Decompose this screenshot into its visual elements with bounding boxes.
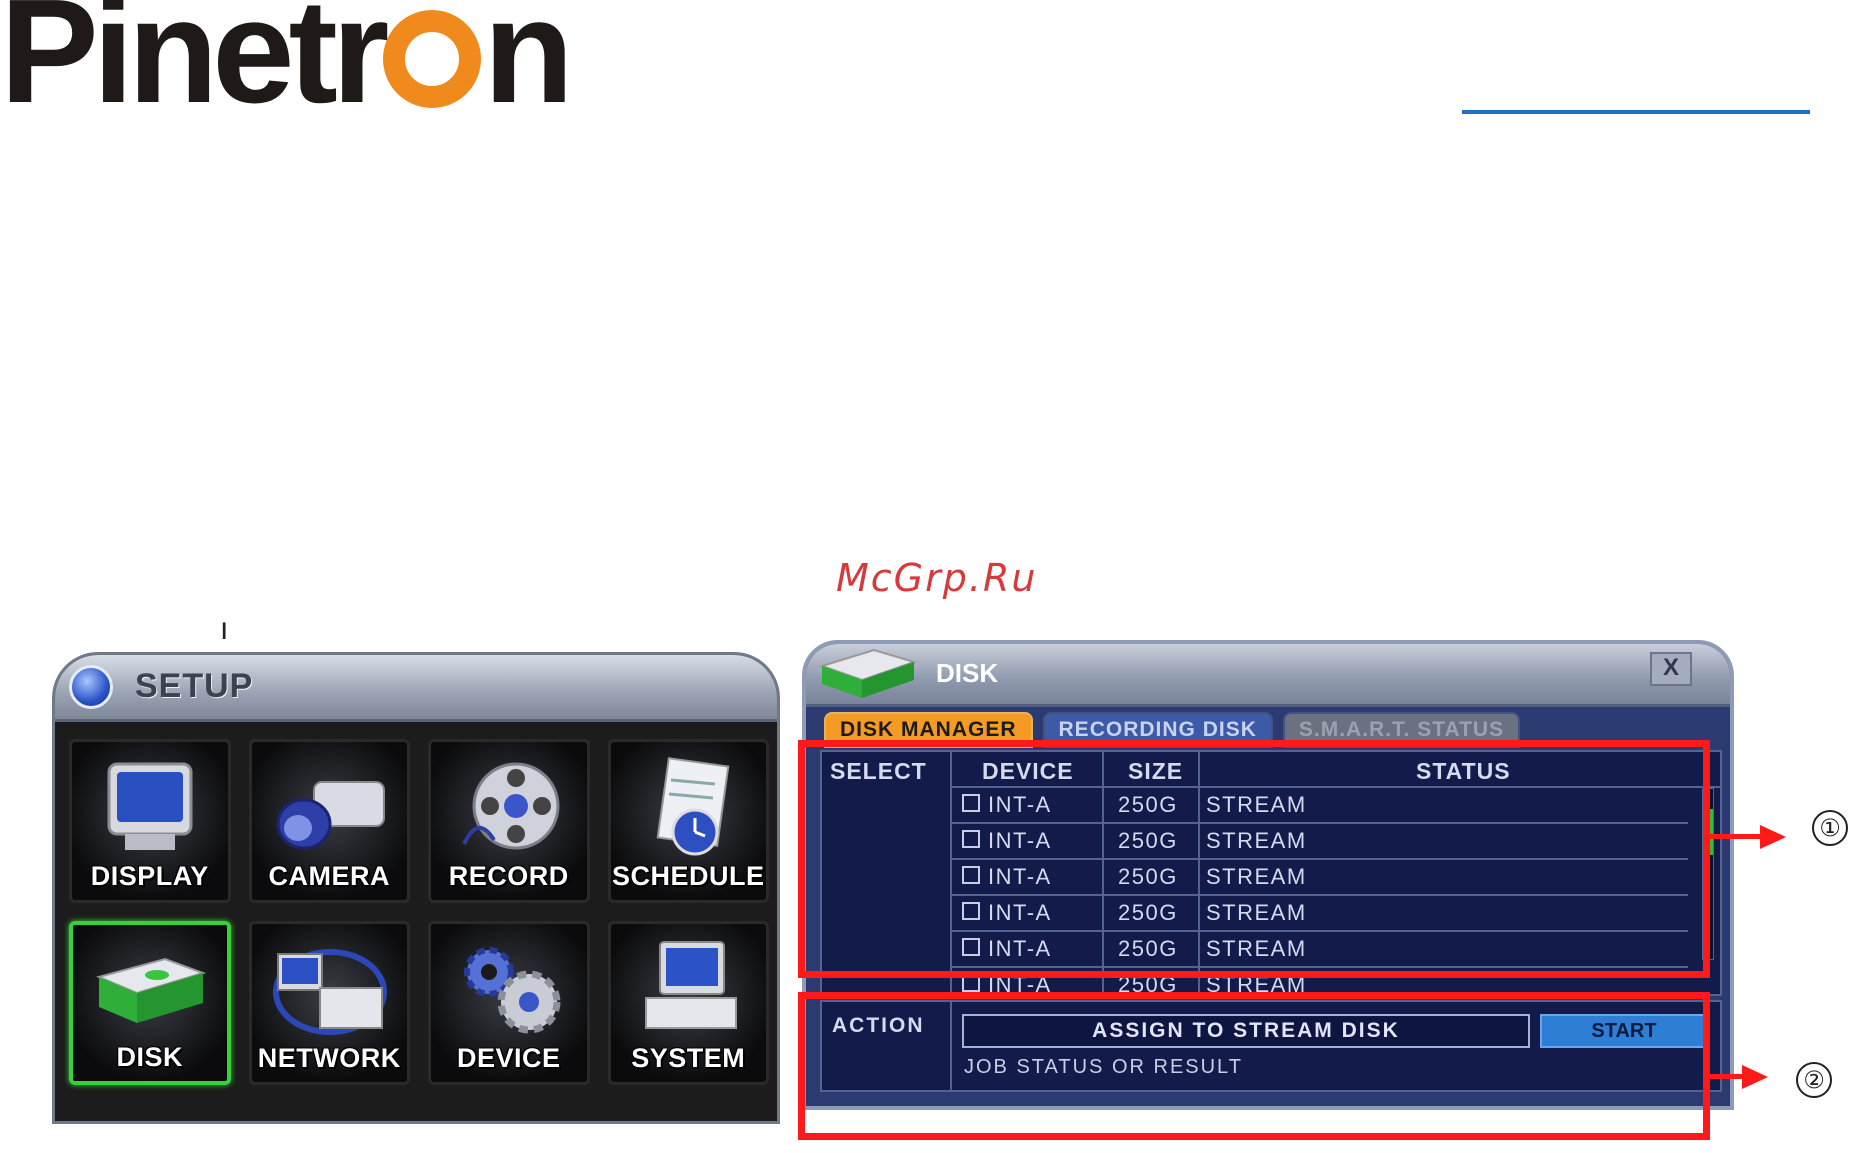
tile-device[interactable]: DEVICE (428, 921, 590, 1085)
hard-disk-icon (95, 957, 206, 1023)
disk-header-icon (818, 648, 918, 698)
highlight-box-2 (798, 992, 1710, 1140)
tile-label: RECORD (448, 861, 569, 891)
callout-number-2: ② (1796, 1062, 1832, 1098)
setup-tiles: DISPLAY CAMERA RECORD SCHEDULE DISK NETW… (69, 739, 769, 1085)
computer-icon (645, 941, 738, 1029)
film-reel-icon (461, 762, 560, 850)
tile-disk[interactable]: DISK (69, 921, 231, 1085)
arrow-2-line (1710, 1074, 1746, 1079)
stray-mark: ı (220, 612, 229, 647)
camera-icon (276, 781, 386, 850)
tile-label: SYSTEM (631, 1043, 746, 1073)
disk-title: DISK (936, 658, 999, 688)
highlight-box-1 (798, 740, 1710, 978)
setup-window: SETUP DISPLAY CAMERA RECORD SCHEDULE DIS… (52, 652, 780, 1124)
tile-label: SCHEDULE (611, 861, 765, 891)
tile-label: NETWORK (257, 1043, 401, 1073)
monitor-icon (107, 762, 193, 850)
tile-label: DISPLAY (90, 861, 209, 891)
tile-system[interactable]: SYSTEM (607, 921, 769, 1085)
pinetron-logo: Pinetr n (0, 0, 574, 126)
header-rule (1462, 110, 1810, 114)
tile-label: CAMERA (268, 861, 390, 891)
tile-display[interactable]: DISPLAY (69, 739, 231, 903)
network-icon (273, 949, 388, 1035)
callout-number-1: ① (1812, 810, 1848, 846)
logo-text-end: n (483, 0, 573, 134)
tile-label: DEVICE (456, 1043, 561, 1073)
logo-o-ring-icon (383, 10, 482, 108)
tile-schedule[interactable]: SCHEDULE (607, 739, 769, 903)
tile-record[interactable]: RECORD (428, 739, 590, 903)
tile-network[interactable]: NETWORK (248, 921, 410, 1085)
arrow-2-icon (1742, 1065, 1768, 1089)
setup-header: SETUP (55, 655, 777, 722)
schedule-clock-icon (656, 757, 730, 856)
arrow-1-line (1710, 834, 1764, 839)
setup-globe-icon (69, 665, 113, 709)
close-button[interactable]: X (1650, 652, 1692, 686)
tile-camera[interactable]: CAMERA (248, 739, 410, 903)
arrow-1-icon (1760, 825, 1786, 849)
logo-text: Pinetr (0, 0, 389, 134)
tile-label: DISK (116, 1042, 183, 1072)
disk-header: DISK X (806, 644, 1730, 707)
setup-title: SETUP (135, 667, 254, 705)
watermark: McGrp.Ru (836, 556, 1038, 600)
gears-icon (463, 947, 561, 1034)
